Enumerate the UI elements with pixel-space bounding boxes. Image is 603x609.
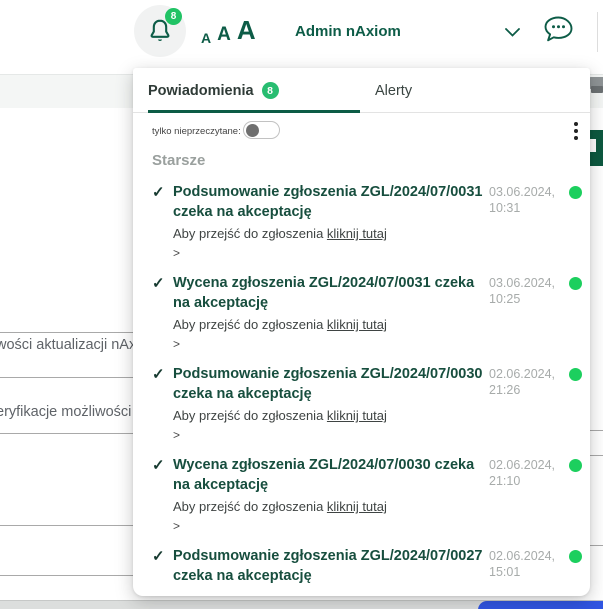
notification-link[interactable]: kliknij tutaj: [327, 499, 387, 514]
notification-item[interactable]: ✓ Podsumowanie zgłoszenia ZGL/2024/07/00…: [152, 546, 582, 586]
notification-body: Aby przejść do zgłoszenia kliknij tutaj: [173, 407, 485, 424]
notification-body-text: Aby przejść do zgłoszenia: [173, 499, 327, 514]
font-size-medium-button[interactable]: A: [217, 24, 231, 46]
expand-chevron[interactable]: >: [173, 428, 180, 442]
header-divider: [597, 12, 598, 52]
timestamp-time: 10:25: [489, 291, 561, 307]
timestamp-date: 02.06.2024,: [489, 457, 561, 473]
notification-title: Podsumowanie zgłoszenia ZGL/2024/07/0027…: [173, 546, 485, 586]
panel-tabs: Powiadomienia 8 Alerty: [133, 68, 590, 113]
notification-title: Wycena zgłoszenia ZGL/2024/07/0030 czeka…: [173, 455, 485, 495]
toggle-knob: [246, 124, 259, 137]
check-icon: ✓: [152, 546, 173, 586]
notifications-panel: Powiadomienia 8 Alerty tylko nieprzeczyt…: [133, 68, 590, 596]
bell-badge: 8: [165, 8, 182, 25]
bg-partial-text: wości aktualizacji nAxi: [0, 337, 139, 353]
timestamp-time: 15:01: [489, 564, 561, 580]
bg-partial-text: eryfikacje możliwości a: [0, 404, 143, 420]
bg-row-divider: [0, 575, 133, 576]
timestamp-date: 02.06.2024,: [489, 366, 561, 382]
notification-title: Wycena zgłoszenia ZGL/2024/07/0031 czeka…: [173, 273, 485, 313]
notification-text: Podsumowanie zgłoszenia ZGL/2024/07/0030…: [173, 364, 485, 424]
bg-row-divider: [0, 433, 133, 434]
notification-timestamp: 03.06.2024, 10:31: [489, 182, 561, 242]
unread-filter-label: tylko nieprzeczytane:: [152, 126, 241, 137]
user-menu-label[interactable]: Admin nAxiom: [295, 23, 401, 40]
notification-text: Wycena zgłoszenia ZGL/2024/07/0031 czeka…: [173, 273, 485, 333]
font-size-controls: A A A: [201, 16, 256, 46]
unread-dot[interactable]: [569, 368, 582, 381]
unread-dot[interactable]: [569, 550, 582, 563]
notification-body-text: Aby przejść do zgłoszenia: [173, 317, 327, 332]
tab-alerty[interactable]: Alerty: [375, 68, 412, 113]
expand-chevron[interactable]: >: [173, 337, 180, 351]
bg-row-divider: [0, 332, 133, 333]
bg-row-divider: [0, 525, 133, 526]
font-size-small-button[interactable]: A: [201, 30, 211, 46]
notification-body: Aby przejść do zgłoszenia kliknij tutaj: [173, 316, 485, 333]
timestamp-time: 21:26: [489, 382, 561, 398]
notification-link[interactable]: kliknij tutaj: [327, 226, 387, 241]
timestamp-date: 03.06.2024,: [489, 184, 561, 200]
unread-dot[interactable]: [569, 459, 582, 472]
tab-count-badge: 8: [262, 82, 279, 99]
primary-action-button-partial[interactable]: [478, 601, 603, 609]
notification-link[interactable]: kliknij tutaj: [327, 317, 387, 332]
kebab-menu-icon[interactable]: [572, 120, 580, 142]
timestamp-time: 10:31: [489, 200, 561, 216]
timestamp-date: 03.06.2024,: [489, 275, 561, 291]
active-tab-underline: [148, 110, 360, 113]
tab-powiadomienia[interactable]: Powiadomienia 8: [148, 68, 279, 113]
unread-only-toggle[interactable]: [243, 121, 280, 139]
notifications-bell-button[interactable]: 8: [134, 5, 186, 57]
notification-item[interactable]: ✓ Wycena zgłoszenia ZGL/2024/07/0030 cze…: [152, 455, 582, 515]
notification-timestamp: 02.06.2024, 15:01: [489, 546, 561, 586]
notification-body: Aby przejść do zgłoszenia kliknij tutaj: [173, 225, 485, 242]
unread-dot[interactable]: [569, 186, 582, 199]
expand-chevron[interactable]: >: [173, 519, 180, 533]
bg-row-divider: [590, 545, 603, 546]
notification-body: Aby przejść do zgłoszenia kliknij tutaj: [173, 498, 485, 515]
timestamp-time: 21:10: [489, 473, 561, 489]
notification-title: Podsumowanie zgłoszenia ZGL/2024/07/0031…: [173, 182, 485, 222]
top-header: 8 A A A Admin nAxiom: [0, 0, 603, 74]
notification-title: Podsumowanie zgłoszenia ZGL/2024/07/0030…: [173, 364, 485, 404]
tab-powiadomienia-label: Powiadomienia: [148, 83, 254, 99]
printer-icon: [588, 75, 603, 102]
unread-dot[interactable]: [569, 277, 582, 290]
screen: wości aktualizacji nAxi eryfikacje możli…: [0, 0, 603, 609]
check-icon: ✓: [152, 364, 173, 424]
expand-chevron[interactable]: >: [173, 246, 180, 260]
timestamp-date: 02.06.2024,: [489, 548, 561, 564]
notification-item[interactable]: ✓ Podsumowanie zgłoszenia ZGL/2024/07/00…: [152, 182, 582, 242]
notification-body-text: Aby przejść do zgłoszenia: [173, 226, 327, 241]
notification-timestamp: 02.06.2024, 21:10: [489, 455, 561, 515]
check-icon: ✓: [152, 182, 173, 242]
bg-row-divider: [590, 430, 603, 431]
chevron-down-icon[interactable]: [504, 25, 521, 43]
chat-icon[interactable]: [542, 15, 575, 49]
notification-timestamp: 02.06.2024, 21:26: [489, 364, 561, 424]
notification-item[interactable]: ✓ Podsumowanie zgłoszenia ZGL/2024/07/00…: [152, 364, 582, 424]
font-size-large-button[interactable]: A: [237, 15, 256, 46]
tab-alerty-label: Alerty: [375, 83, 412, 99]
bg-row-divider: [590, 455, 603, 456]
notification-text: Wycena zgłoszenia ZGL/2024/07/0030 czeka…: [173, 455, 485, 515]
notification-link[interactable]: kliknij tutaj: [327, 408, 387, 423]
notification-body-text: Aby przejść do zgłoszenia: [173, 408, 327, 423]
check-icon: ✓: [152, 273, 173, 333]
notification-timestamp: 03.06.2024, 10:25: [489, 273, 561, 333]
notification-text: Podsumowanie zgłoszenia ZGL/2024/07/0031…: [173, 182, 485, 242]
section-header: Starsze: [152, 152, 205, 169]
bg-row-divider: [0, 377, 133, 378]
notification-text: Podsumowanie zgłoszenia ZGL/2024/07/0027…: [173, 546, 485, 586]
check-icon: ✓: [152, 455, 173, 515]
notification-item[interactable]: ✓ Wycena zgłoszenia ZGL/2024/07/0031 cze…: [152, 273, 582, 333]
